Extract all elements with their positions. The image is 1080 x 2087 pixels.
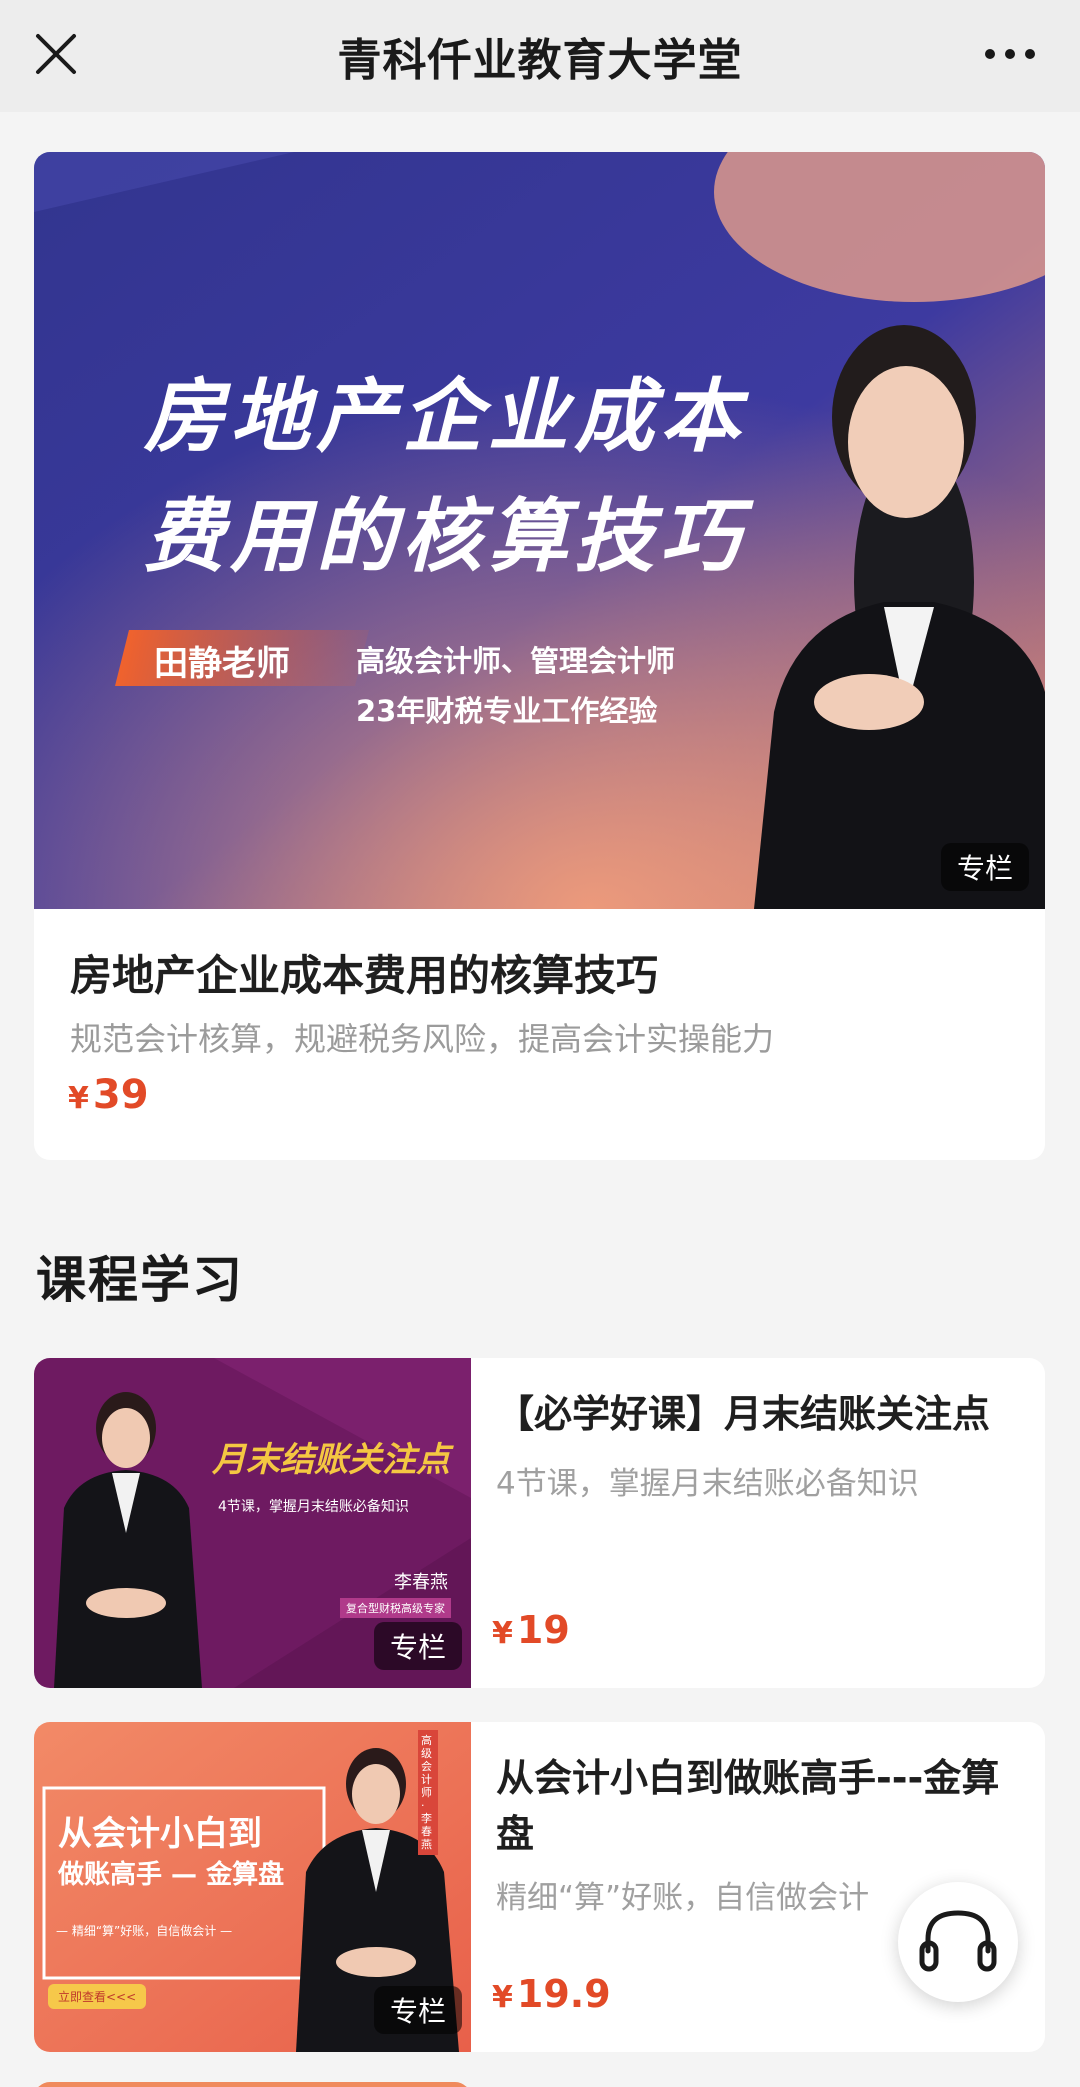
course-price: ¥19.9 (492, 1972, 611, 2016)
featured-course-subtitle: 规范会计核算，规避税务风险，提高会计实操能力 (70, 1020, 775, 1058)
currency-symbol: ¥ (492, 1616, 513, 1651)
more-dots-icon[interactable] (980, 36, 1040, 72)
currency-symbol: ¥ (492, 1980, 513, 2015)
close-icon[interactable] (30, 28, 82, 80)
price-value: 19.9 (516, 1972, 611, 2016)
thumb-side-text: 高级会计师 · 李春燕 (418, 1730, 438, 1855)
banner-title-line2: 费用的核算技巧 (144, 490, 746, 583)
column-tag: 专栏 (374, 1622, 463, 1670)
featured-course-title[interactable]: 房地产企业成本费用的核算技巧 (70, 942, 658, 1003)
price-value: 39 (92, 1072, 149, 1118)
top-bar: 青科仟业教育大学堂 (0, 0, 1080, 112)
featured-course-banner[interactable]: 房地产企业成本 费用的核算技巧 田静老师 高级会计师、管理会计师 23年财税专业… (34, 152, 1045, 909)
page-title: 青科仟业教育大学堂 (337, 35, 743, 86)
price-value: 19 (516, 1608, 570, 1652)
course-thumbnail[interactable]: 从会计小白到 做账高手 — 金算盘 — 精细“算”好账，自信做会计 — 立即查看… (34, 1722, 471, 2052)
thumb-teacher: 李春燕 (394, 1572, 448, 1593)
customer-service-button[interactable] (898, 1882, 1018, 2002)
thumb-teacher-role: 复合型财税高级专家 (340, 1598, 451, 1618)
course-title[interactable]: 从会计小白到做账高手---金算盘 (496, 1750, 1016, 1862)
course-card[interactable]: 月末结账关注点 4节课，掌握月末结账必备知识 李春燕 复合型财税高级专家 专栏 … (34, 1358, 1045, 1688)
featured-course-card[interactable]: 房地产企业成本 费用的核算技巧 田静老师 高级会计师、管理会计师 23年财税专业… (34, 152, 1045, 1160)
course-card[interactable]: 从会计小白到 做账高手 — 金算盘 — 精细“算”好账，自信做会计 — 立即查看… (34, 1722, 1045, 2052)
thumb-slogan: — 精细“算”好账，自信做会计 — (56, 1924, 233, 1938)
column-tag: 专栏 (940, 843, 1029, 891)
thumb-view-button: 立即查看<<< (48, 1984, 147, 2009)
thumb-title-line2: 做账高手 — 金算盘 (58, 1860, 285, 1890)
teacher-name: 田静老师 (154, 644, 290, 684)
teacher-desc-line2: 23年财税专业工作经验 (356, 694, 658, 728)
course-subtitle: 精细“算”好账，自信做会计 (496, 1880, 870, 1916)
featured-course-price: ¥39 (68, 1072, 149, 1118)
course-price: ¥19 (492, 1608, 570, 1652)
next-course-card-peek[interactable] (34, 2082, 471, 2087)
currency-symbol: ¥ (68, 1081, 89, 1116)
thumb-title-line1: 从会计小白到 (58, 1814, 262, 1854)
column-tag: 专栏 (374, 1986, 463, 2034)
teacher-desc-line1: 高级会计师、管理会计师 (356, 644, 676, 678)
course-subtitle: 4节课，掌握月末结账必备知识 (496, 1466, 919, 1502)
thumb-desc: 4节课，掌握月末结账必备知识 (218, 1499, 409, 1515)
headset-icon (919, 1910, 997, 1972)
course-title[interactable]: 【必学好课】月末结账关注点 (496, 1386, 1016, 1442)
thumb-title: 月末结账关注点 (212, 1440, 450, 1480)
banner-title-line1: 房地产企业成本 (144, 370, 746, 463)
course-thumbnail[interactable]: 月末结账关注点 4节课，掌握月末结账必备知识 李春燕 复合型财税高级专家 专栏 (34, 1358, 471, 1688)
section-title: 课程学习 (36, 1251, 244, 1309)
